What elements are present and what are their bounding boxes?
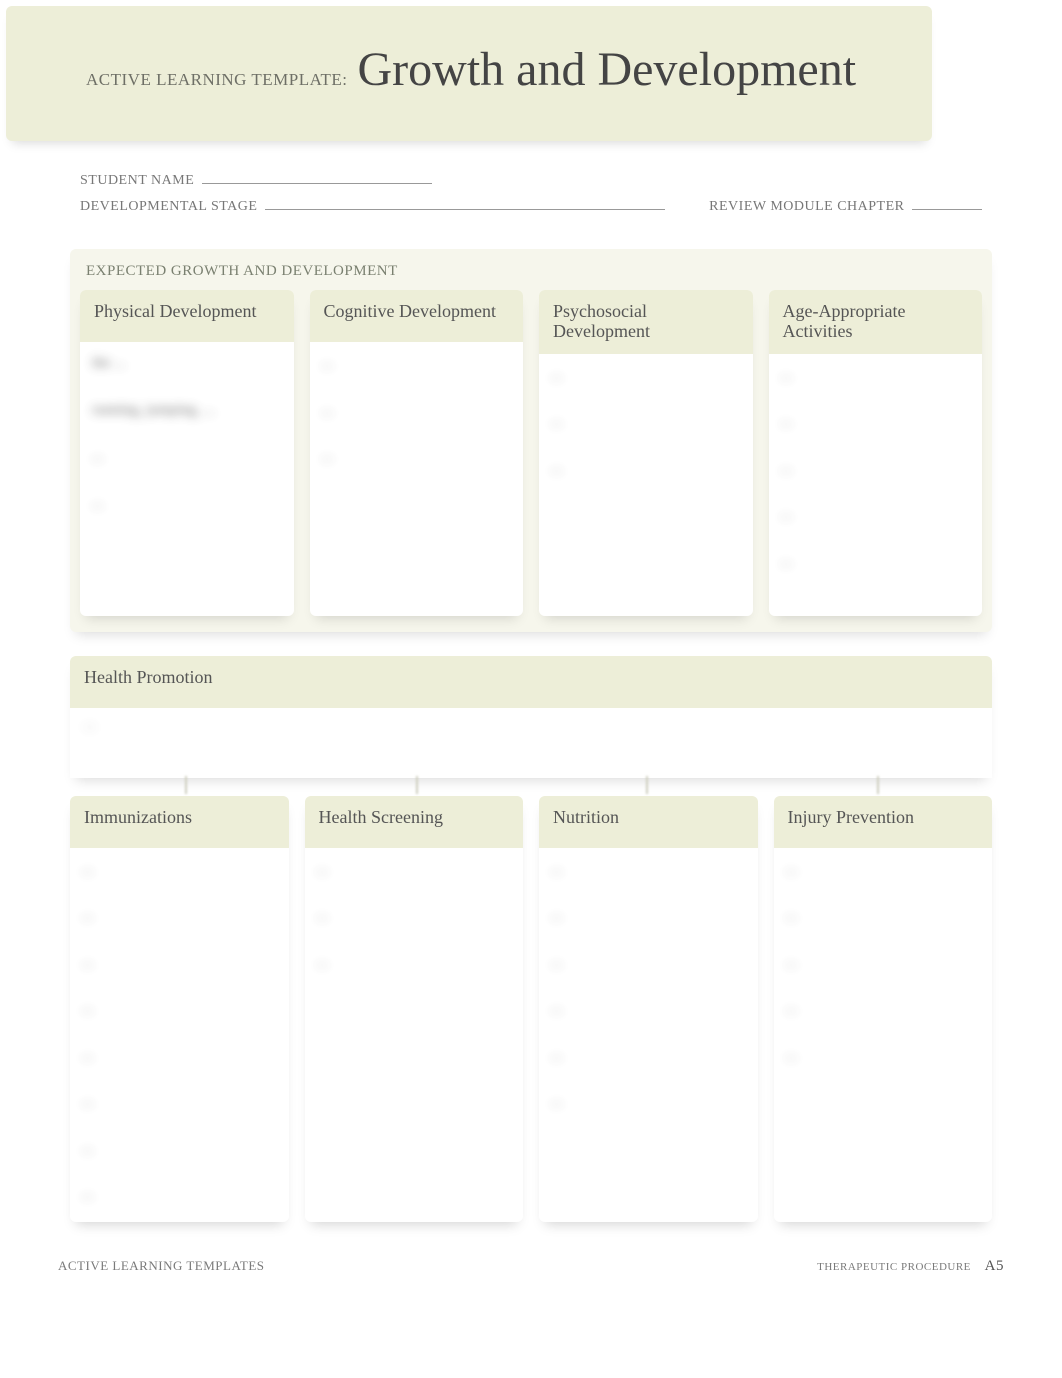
connector-line xyxy=(301,778,532,796)
activities-card-title: Age-Appropriate Activities xyxy=(769,290,983,354)
expected-group: EXPECTED GROWTH AND DEVELOPMENT Physical… xyxy=(70,249,992,632)
health-promotion-body: ... xyxy=(70,708,992,778)
title-banner: ACTIVE LEARNING TEMPLATE: Growth and Dev… xyxy=(6,6,932,141)
immunizations-title: Immunizations xyxy=(70,796,289,848)
immunizations-body: ... ... ... ... ... ... ... ... xyxy=(70,848,289,1223)
template-title: Growth and Development xyxy=(358,43,857,96)
injury-body: ... ... ... ... ... xyxy=(774,848,993,1168)
activities-card-body: ... ... ... ... ... xyxy=(769,354,983,616)
footer-procedure: THERAPEUTIC PROCEDURE xyxy=(817,1261,971,1273)
meta-block: STUDENT NAME DEVELOPMENTAL STAGE REVIEW … xyxy=(0,141,1062,237)
physical-card-body: the ... running, jumping, ... ... ... xyxy=(80,342,294,604)
footer-page: A5 xyxy=(985,1258,1004,1274)
physical-card-title: Physical Development xyxy=(80,290,294,342)
connector-line xyxy=(531,778,762,796)
footer-right: THERAPEUTIC PROCEDURE A5 xyxy=(817,1258,1004,1275)
page: ACTIVE LEARNING TEMPLATE: Growth and Dev… xyxy=(0,6,1062,1305)
developmental-stage-row: DEVELOPMENTAL STAGE xyxy=(80,199,665,215)
promo-children-row: Immunizations ... ... ... ... ... ... ..… xyxy=(70,796,992,1223)
review-chapter-row: REVIEW MODULE CHAPTER xyxy=(709,199,982,215)
student-name-label: STUDENT NAME xyxy=(80,173,194,188)
review-chapter-label: REVIEW MODULE CHAPTER xyxy=(709,199,904,214)
expected-group-label: EXPECTED GROWTH AND DEVELOPMENT xyxy=(80,261,982,290)
screening-title: Health Screening xyxy=(305,796,524,848)
nutrition-body: ... ... ... ... ... ... xyxy=(539,848,758,1168)
injury-title: Injury Prevention xyxy=(774,796,993,848)
student-name-row: STUDENT NAME xyxy=(80,173,982,189)
nutrition-title: Nutrition xyxy=(539,796,758,848)
cognitive-card-body: ... ... ... xyxy=(310,342,524,604)
connector-line xyxy=(70,778,301,796)
template-prefix: ACTIVE LEARNING TEMPLATE: xyxy=(86,70,348,89)
health-promotion-card: Health Promotion ... xyxy=(70,656,992,778)
footer-left: ACTIVE LEARNING TEMPLATES xyxy=(58,1258,265,1275)
immunizations-card: Immunizations ... ... ... ... ... ... ..… xyxy=(70,796,289,1223)
physical-card: Physical Development the ... running, ju… xyxy=(80,290,294,616)
health-promotion-title: Health Promotion xyxy=(70,656,992,708)
cognitive-card: Cognitive Development ... ... ... xyxy=(310,290,524,616)
footer: ACTIVE LEARNING TEMPLATES THERAPEUTIC PR… xyxy=(58,1258,1004,1275)
screening-body: ... ... ... xyxy=(305,848,524,1168)
cognitive-card-title: Cognitive Development xyxy=(310,290,524,342)
screening-card: Health Screening ... ... ... xyxy=(305,796,524,1223)
injury-card: Injury Prevention ... ... ... ... ... xyxy=(774,796,993,1223)
connector-line xyxy=(762,778,993,796)
student-name-line xyxy=(202,183,432,184)
psychosocial-card-body: ... ... ... xyxy=(539,354,753,616)
activities-card: Age-Appropriate Activities ... ... ... .… xyxy=(769,290,983,616)
nutrition-card: Nutrition ... ... ... ... ... ... xyxy=(539,796,758,1223)
developmental-stage-label: DEVELOPMENTAL STAGE xyxy=(80,199,257,214)
developmental-stage-line xyxy=(265,209,665,210)
psychosocial-card-title: Psychosocial Development xyxy=(539,290,753,354)
review-chapter-line xyxy=(912,209,982,210)
connector-lines xyxy=(70,778,992,796)
psychosocial-card: Psychosocial Development ... ... ... xyxy=(539,290,753,616)
